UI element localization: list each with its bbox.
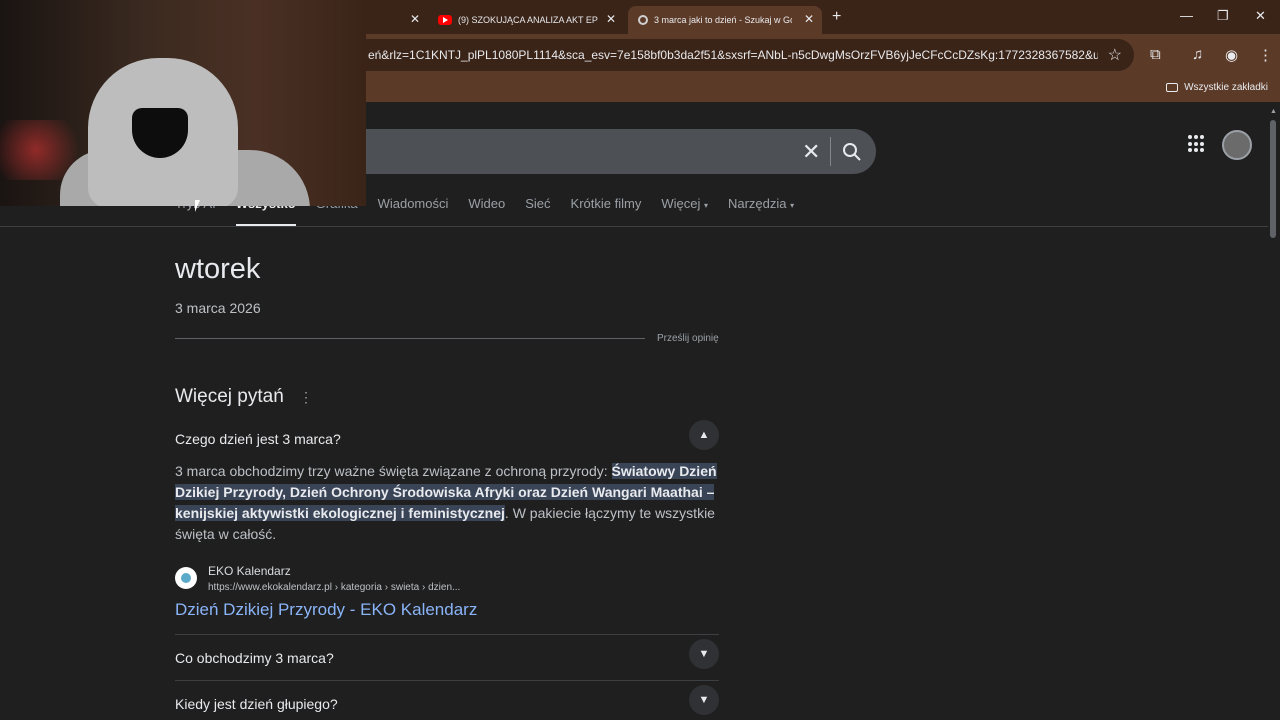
tab-1[interactable]: ✕ (366, 6, 428, 34)
divider (175, 634, 719, 635)
folder-icon (1166, 83, 1179, 92)
tab-google-search[interactable]: 3 marca jaki to dzień - Szukaj w Google … (628, 6, 822, 34)
tab-videos[interactable]: Wideo (468, 196, 505, 224)
mouse-cursor-icon (195, 200, 200, 212)
divider (0, 226, 1268, 227)
question-text: Czego dzień jest 3 marca? (175, 431, 341, 447)
address-bar[interactable]: eń&rlz=1C1KNTJ_plPL1080PL1114&sca_esv=7e… (366, 39, 1134, 71)
divider (175, 680, 719, 681)
all-bookmarks-button[interactable]: Wszystkie zakładki (1166, 82, 1268, 93)
google-icon (638, 15, 648, 25)
answer-snippet: 3 marca obchodzimy trzy ważne święta zwi… (175, 461, 719, 545)
snippet-text: 3 marca obchodzimy trzy ważne święta zwi… (175, 463, 612, 479)
tab-short-videos[interactable]: Krótkie filmy (571, 196, 642, 224)
paa-question-expanded[interactable]: Czego dzień jest 3 marca? ▲ (175, 420, 719, 450)
clear-icon[interactable]: ✕ (802, 139, 820, 165)
minimize-icon[interactable]: — (1180, 8, 1193, 23)
scrollbar-thumb[interactable] (1270, 120, 1276, 238)
source-url[interactable]: https://www.ekokalendarz.pl › kategoria … (208, 582, 460, 593)
tab-tools[interactable]: Narzędzia ▾ (728, 196, 794, 224)
paa-title: Więcej pytań (175, 386, 284, 407)
chevron-up-icon[interactable]: ▲ (689, 420, 719, 450)
tab-more[interactable]: Więcej ▾ (661, 196, 708, 224)
feedback-link[interactable]: Prześlij opinię (657, 333, 719, 344)
account-avatar[interactable] (1222, 130, 1252, 160)
tab-youtube[interactable]: (9) SZOKUJĄCA ANALIZA AKT EPSTEIN ✕ (430, 6, 624, 34)
source-name[interactable]: EKO Kalendarz (208, 564, 291, 578)
menu-icon[interactable]: ⋮ (1258, 46, 1273, 64)
search-input[interactable]: ✕ (330, 129, 876, 174)
close-icon[interactable]: ✕ (804, 12, 814, 26)
scroll-up-icon[interactable]: ▲ (1270, 108, 1277, 115)
search-icon[interactable] (840, 140, 864, 164)
new-tab-icon[interactable]: + (832, 8, 841, 26)
apps-grid-icon[interactable] (1188, 135, 1206, 153)
question-text: Kiedy jest dzień głupiego? (175, 696, 338, 712)
tab-web[interactable]: Sieć (525, 196, 550, 224)
url-text[interactable]: eń&rlz=1C1KNTJ_plPL1080PL1114&sca_esv=7e… (366, 48, 1098, 62)
tab-news[interactable]: Wiadomości (378, 196, 449, 224)
divider (175, 338, 645, 339)
more-options-icon[interactable]: ⋮ (299, 389, 313, 406)
all-bookmarks-label: Wszystkie zakładki (1184, 82, 1268, 93)
chevron-down-icon[interactable]: ▼ (689, 685, 719, 715)
window-close-icon[interactable]: ✕ (1255, 8, 1266, 24)
divider (830, 137, 831, 166)
result-link[interactable]: Dzień Dzikiej Przyrody - EKO Kalendarz (175, 600, 477, 620)
profile-icon[interactable]: ◉ (1225, 46, 1238, 64)
tab-more-label: Więcej (661, 196, 701, 211)
restore-icon[interactable]: ❐ (1217, 8, 1229, 24)
chevron-down-icon[interactable]: ▼ (689, 639, 719, 669)
extensions-icon[interactable]: ⧉ (1150, 46, 1161, 63)
tab-title: (9) SZOKUJĄCA ANALIZA AKT EPSTEIN (458, 15, 598, 25)
chevron-down-icon: ▾ (703, 201, 708, 210)
chevron-down-icon: ▾ (790, 201, 795, 210)
answer-day: wtorek (175, 253, 261, 285)
webcam-overlay (0, 0, 366, 206)
site-logo-icon (175, 567, 197, 589)
close-icon[interactable]: ✕ (606, 12, 616, 26)
paa-question[interactable]: Kiedy jest dzień głupiego? ▼ (175, 685, 719, 715)
tab-tools-label: Narzędzia (727, 196, 787, 211)
answer-date: 3 marca 2026 (175, 300, 261, 316)
paa-question[interactable]: Co obchodzimy 3 marca? ▼ (175, 639, 719, 669)
youtube-icon (438, 15, 452, 25)
bookmark-star-icon[interactable]: ☆ (1108, 45, 1122, 65)
close-icon[interactable]: ✕ (410, 12, 420, 26)
tab-title: 3 marca jaki to dzień - Szukaj w Google (654, 15, 792, 25)
question-text: Co obchodzimy 3 marca? (175, 650, 334, 666)
media-controls-icon[interactable]: ♫ (1192, 46, 1203, 63)
